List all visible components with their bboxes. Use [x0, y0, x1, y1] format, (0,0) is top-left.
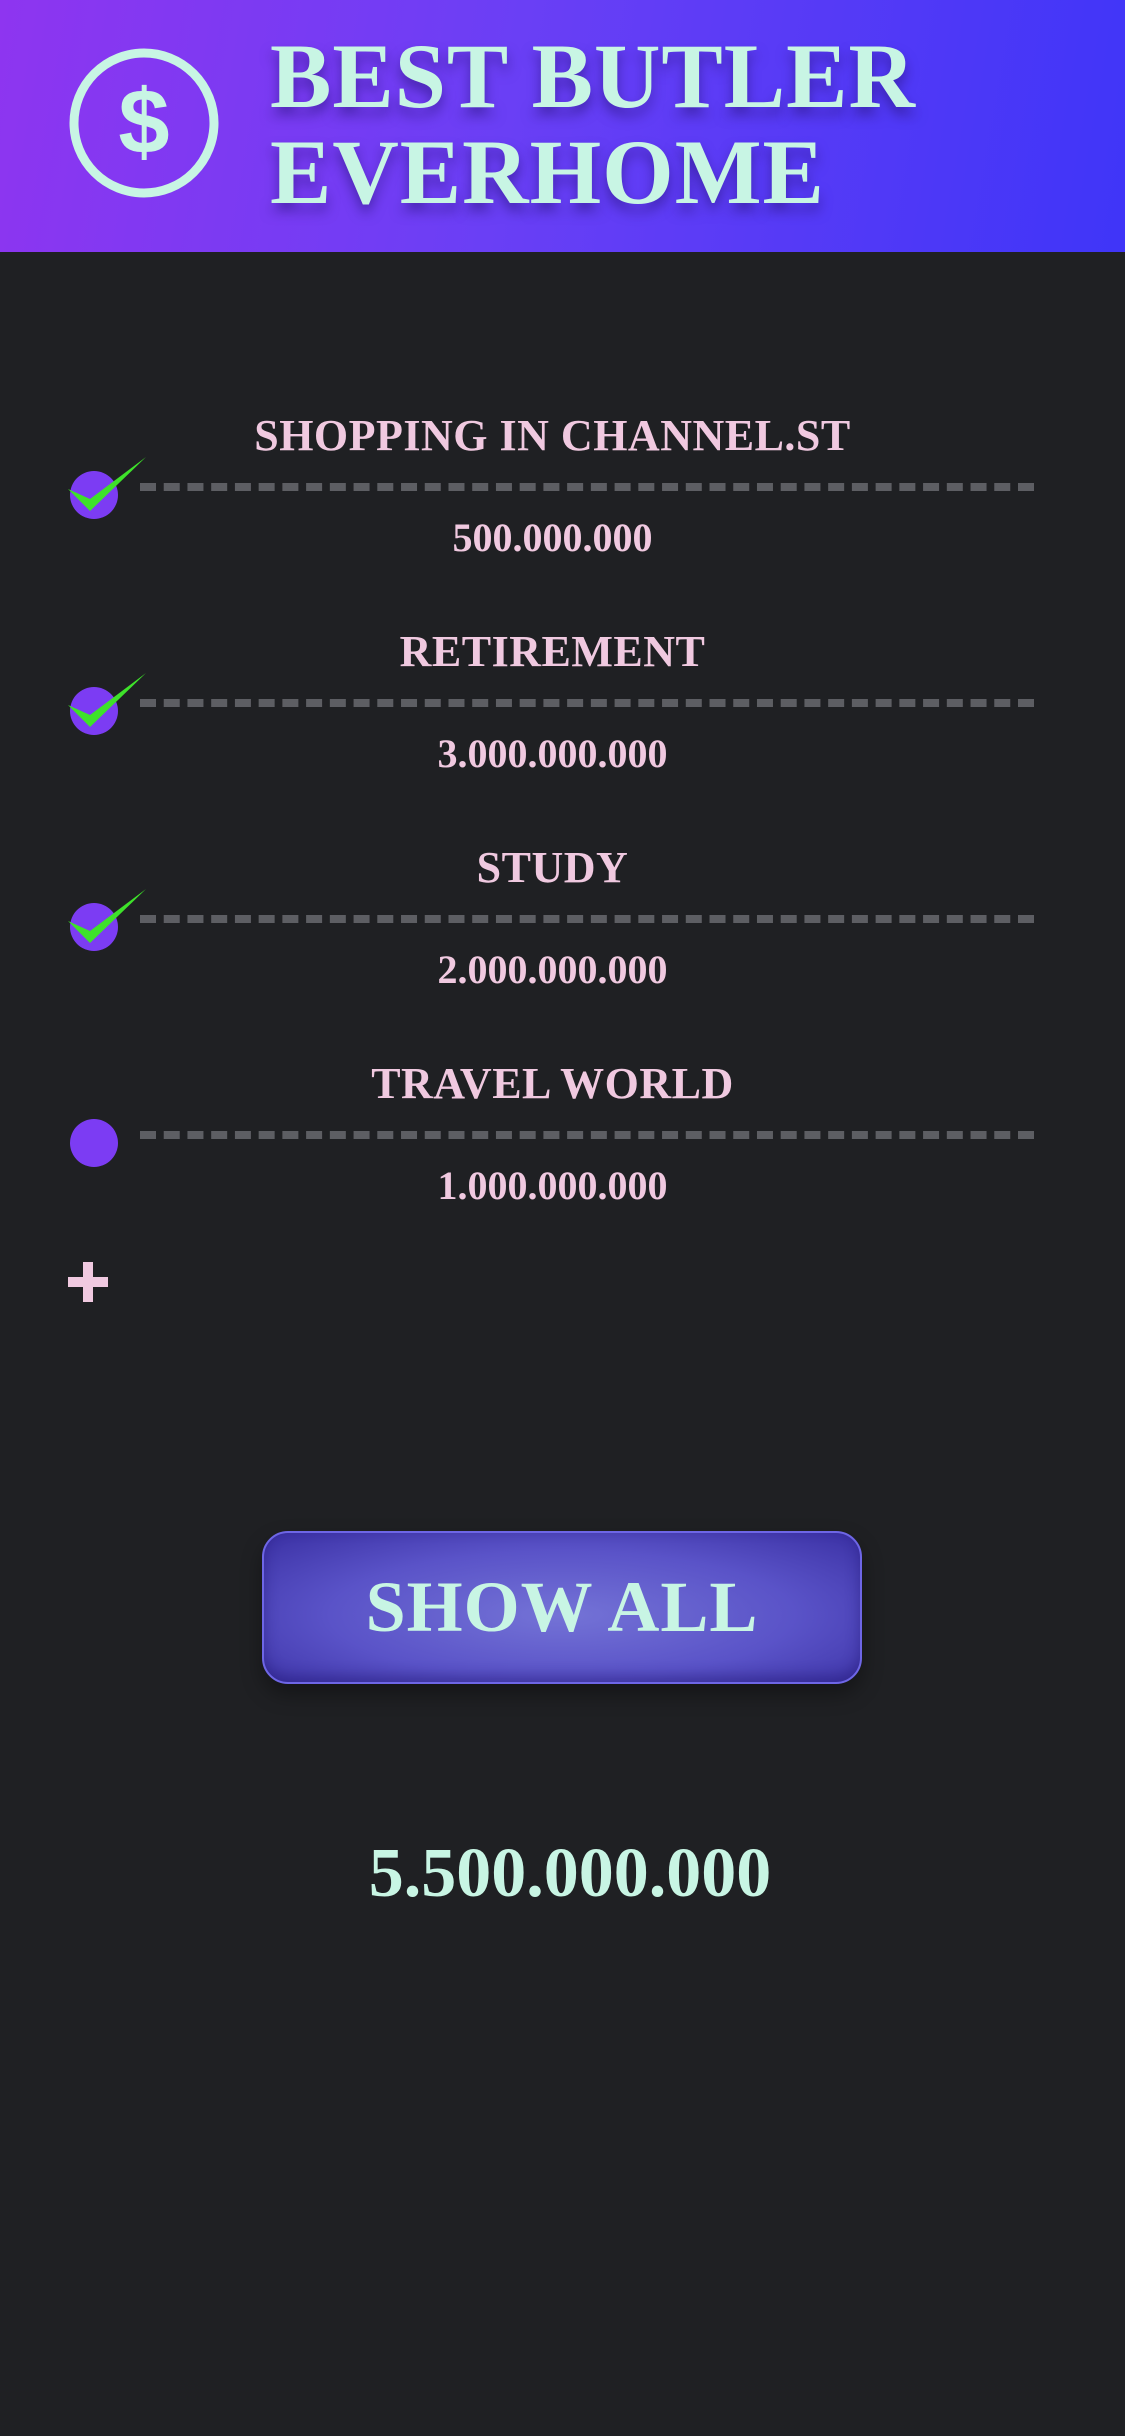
goal-item[interactable]: TRAVEL WORLD 1.000.000.000 [0, 1058, 1125, 1258]
goal-divider [140, 1131, 1034, 1139]
show-all-button[interactable]: SHOW ALL [262, 1531, 862, 1684]
checkmark-icon [68, 457, 146, 511]
goal-amount: 1.000.000.000 [437, 1163, 668, 1208]
goal-title: TRAVEL WORLD [371, 1059, 734, 1108]
svg-text:$: $ [118, 71, 169, 173]
goal-title: RETIREMENT [399, 627, 706, 676]
app-title: BEST BUTLER EVERHOME [270, 28, 916, 220]
goal-amount: 2.000.000.000 [437, 947, 668, 992]
goal-title: STUDY [476, 843, 629, 892]
total-amount: 5.500.000.000 [368, 1835, 772, 1912]
goal-amount: 500.000.000 [452, 515, 653, 560]
app-title-line-1: BEST BUTLER [270, 25, 916, 127]
goal-item[interactable]: SHOPPING IN CHANNEL.ST 500.000.000 [0, 410, 1125, 610]
goal-divider [140, 915, 1034, 923]
app-header: $ BEST BUTLER EVERHOME [0, 0, 1125, 252]
plus-icon[interactable] [64, 1258, 112, 1306]
goal-item[interactable]: RETIREMENT 3.000.000.000 [0, 626, 1125, 826]
goal-status-dot[interactable] [70, 1119, 118, 1167]
goal-item[interactable]: STUDY 2.000.000.000 [0, 842, 1125, 1042]
goal-amount: 3.000.000.000 [437, 731, 668, 776]
goal-divider [140, 483, 1034, 491]
goal-divider [140, 699, 1034, 707]
app-title-line-2: EVERHOME [270, 121, 825, 223]
goal-title: SHOPPING IN CHANNEL.ST [254, 411, 851, 460]
checkmark-icon [68, 673, 146, 727]
dollar-circle-icon: $ [69, 48, 219, 198]
checkmark-icon [68, 889, 146, 943]
